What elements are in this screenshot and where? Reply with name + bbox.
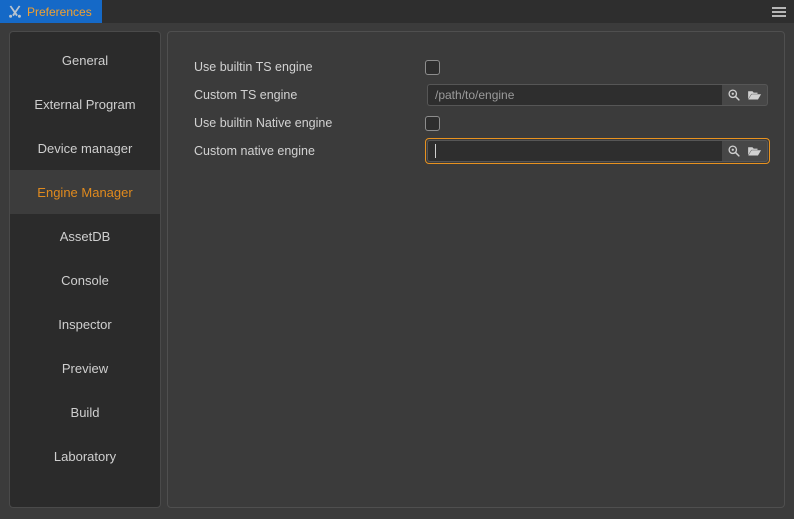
sidebar-item-label: External Program <box>34 96 136 112</box>
form-row-field <box>425 138 770 164</box>
tab-label: Preferences <box>27 4 92 19</box>
form-row-field <box>425 82 770 108</box>
form-row-label: Custom TS engine <box>194 88 298 102</box>
form-row-label: Use builtin Native engine <box>194 116 333 130</box>
sidebar-item-label: Preview <box>61 360 109 376</box>
path-input-wrapper <box>427 140 722 162</box>
sidebar-item-label: General <box>61 52 109 68</box>
form-row-field <box>425 59 766 75</box>
sidebar-item-external-program[interactable]: External Program <box>10 82 160 126</box>
path-input[interactable] <box>427 84 722 106</box>
path-field-buttons <box>722 140 768 162</box>
path-input[interactable] <box>427 140 722 162</box>
sidebar-item-label: AssetDB <box>59 228 111 244</box>
sidebar-item-console[interactable]: Console <box>10 258 160 302</box>
path-field-group <box>425 138 770 164</box>
form-row: Use builtin Native engine <box>194 109 766 137</box>
engine-manager-form: Use builtin TS engine Custom TS engine Use… <box>194 53 770 165</box>
tools-icon <box>8 5 22 19</box>
sidebar-item-label: Console <box>61 272 109 288</box>
form-row: Custom TS engine <box>194 81 768 109</box>
hamburger-menu-icon[interactable] <box>764 0 794 23</box>
title-bar: Preferences <box>0 0 794 24</box>
sidebar-item-label: Laboratory <box>53 448 117 464</box>
title-bar-spacer <box>102 0 764 23</box>
path-field-group <box>425 82 770 108</box>
text-caret <box>435 144 436 158</box>
form-row: Custom native engine <box>194 137 770 165</box>
tab-preferences[interactable]: Preferences <box>0 0 102 23</box>
workspace: General External Program Device manager Eng… <box>0 23 794 519</box>
form-row: Use builtin TS engine <box>194 53 766 81</box>
sidebar-item-build[interactable]: Build <box>10 390 160 434</box>
sidebar-item-laboratory[interactable]: Laboratory <box>10 434 160 478</box>
sidebar-item-label: Engine Manager <box>37 184 133 200</box>
form-row-label: Use builtin TS engine <box>194 60 313 74</box>
folder-open-icon[interactable] <box>746 143 762 159</box>
sidebar-item-device-manager[interactable]: Device manager <box>10 126 160 170</box>
sidebar-item-label: Inspector <box>58 316 112 332</box>
checkbox-use-builtin-ts-engine[interactable] <box>425 59 440 75</box>
settings-sidebar: General External Program Device manager Eng… <box>9 31 161 508</box>
search-icon[interactable] <box>726 143 742 159</box>
sidebar-item-inspector[interactable]: Inspector <box>10 302 160 346</box>
sidebar-item-general[interactable]: General <box>10 38 160 82</box>
sidebar-item-label: Build <box>70 404 100 420</box>
sidebar-item-preview[interactable]: Preview <box>10 346 160 390</box>
folder-open-icon[interactable] <box>746 87 762 103</box>
hamburger-line <box>772 10 786 13</box>
path-field-buttons <box>722 84 768 106</box>
sidebar-item-label: Device manager <box>37 140 133 156</box>
hamburger-line <box>772 14 786 17</box>
path-input-wrapper <box>427 84 722 106</box>
form-row-label: Custom native engine <box>194 144 315 158</box>
sidebar-item-assetdb[interactable]: AssetDB <box>10 214 160 258</box>
settings-panel: Use builtin TS engine Custom TS engine Use… <box>167 31 785 508</box>
search-icon[interactable] <box>726 87 742 103</box>
hamburger-line <box>772 6 786 9</box>
sidebar-item-engine-manager[interactable]: Engine Manager <box>10 170 160 214</box>
form-row-field <box>425 115 766 131</box>
checkbox-use-builtin-native-engine[interactable] <box>425 115 440 131</box>
